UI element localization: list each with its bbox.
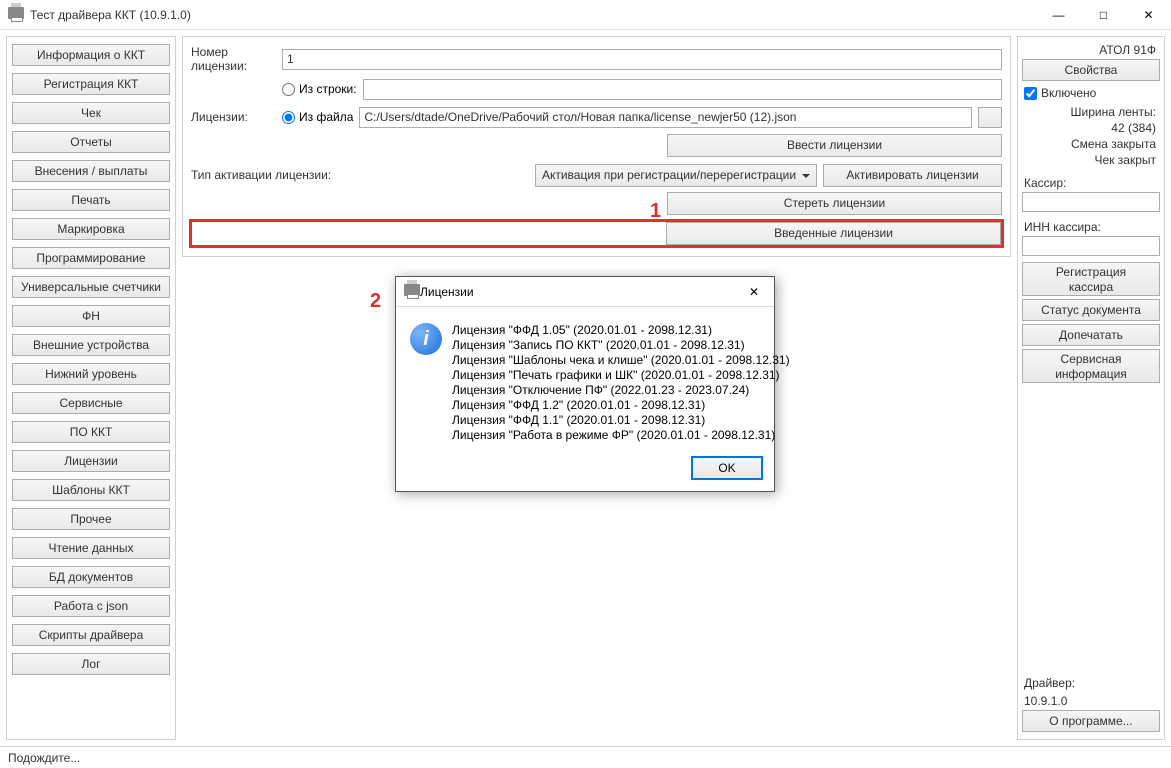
nav-12[interactable]: Сервисные: [12, 392, 170, 414]
nav-20[interactable]: Скрипты драйвера: [12, 624, 170, 646]
nav-15[interactable]: Шаблоны ККТ: [12, 479, 170, 501]
check-status: Чек закрыт: [1022, 152, 1160, 168]
dialog-icon: [404, 284, 420, 299]
doc-status-button[interactable]: Статус документа: [1022, 299, 1160, 321]
from-string-radio[interactable]: Из строки:: [282, 82, 357, 96]
shift-status: Смена закрыта: [1022, 136, 1160, 152]
window-title: Тест драйвера ККТ (10.9.1.0): [30, 8, 1036, 22]
annotation-1: 1: [650, 200, 661, 223]
annotation-2: 2: [370, 290, 381, 313]
cashier-input[interactable]: [1022, 192, 1160, 212]
nav-11[interactable]: Нижний уровень: [12, 363, 170, 385]
nav-4[interactable]: Внесения / выплаты: [12, 160, 170, 182]
info-icon: i: [410, 323, 442, 355]
nav-10[interactable]: Внешние устройства: [12, 334, 170, 356]
license-number-label: Номер лицензии:: [191, 45, 276, 73]
nav-1[interactable]: Регистрация ККТ: [12, 73, 170, 95]
nav-5[interactable]: Печать: [12, 189, 170, 211]
nav-8[interactable]: Универсальные счетчики: [12, 276, 170, 298]
erase-licenses-button[interactable]: Стереть лицензии: [667, 192, 1002, 215]
register-cashier-button[interactable]: Регистрациякассира: [1022, 262, 1160, 296]
dialog-close-button[interactable]: ✕: [734, 277, 774, 307]
from-file-radio[interactable]: Из файла: [282, 110, 353, 124]
service-info-button[interactable]: Сервиснаяинформация: [1022, 349, 1160, 383]
left-nav: Информация о ККТ Регистрация ККТ Чек Отчеты…: [6, 36, 176, 740]
nav-17[interactable]: Чтение данных: [12, 537, 170, 559]
from-string-input[interactable]: [363, 79, 1002, 100]
tape-width-label: Ширина ленты:: [1022, 104, 1160, 120]
nav-14[interactable]: Лицензии: [12, 450, 170, 472]
nav-3[interactable]: Отчеты: [12, 131, 170, 153]
nav-19[interactable]: Работа с json: [12, 595, 170, 617]
statusbar: Подождите...: [0, 746, 1171, 768]
nav-0[interactable]: Информация о ККТ: [12, 44, 170, 66]
nav-6[interactable]: Маркировка: [12, 218, 170, 240]
file-path-input[interactable]: [359, 107, 972, 128]
cashier-inn-input[interactable]: [1022, 236, 1160, 256]
licenses-dialog: Лицензии ✕ i Лицензия "ФФД 1.05" (2020.0…: [395, 276, 775, 492]
driver-version: 10.9.1.0: [1022, 692, 1160, 710]
about-button[interactable]: О программе...: [1022, 710, 1160, 732]
cashier-inn-label: ИНН кассира:: [1022, 218, 1160, 236]
enter-licenses-button[interactable]: Ввести лицензии: [667, 134, 1002, 157]
right-panel: АТОЛ 91Ф Свойства Включено Ширина ленты:…: [1017, 36, 1165, 740]
nav-13[interactable]: ПО ККТ: [12, 421, 170, 443]
titlebar: Тест драйвера ККТ (10.9.1.0) — □ ✕: [0, 0, 1171, 30]
maximize-button[interactable]: □: [1081, 0, 1126, 30]
properties-button[interactable]: Свойства: [1022, 59, 1160, 81]
nav-16[interactable]: Прочее: [12, 508, 170, 530]
device-name: АТОЛ 91Ф: [1022, 41, 1160, 59]
reprint-button[interactable]: Допечатать: [1022, 324, 1160, 346]
activate-licenses-button[interactable]: Активировать лицензии: [823, 164, 1002, 187]
nav-9[interactable]: ФН: [12, 305, 170, 327]
license-number-input[interactable]: [282, 49, 1002, 70]
dialog-title: Лицензии: [420, 285, 734, 299]
nav-7[interactable]: Программирование: [12, 247, 170, 269]
cashier-label: Кассир:: [1022, 174, 1160, 192]
licenses-label: Лицензии:: [191, 110, 276, 124]
close-button[interactable]: ✕: [1126, 0, 1171, 30]
entered-licenses-button[interactable]: Введенные лицензии: [666, 222, 1001, 245]
nav-21[interactable]: Лог: [12, 653, 170, 675]
app-icon: [8, 7, 24, 23]
nav-18[interactable]: БД документов: [12, 566, 170, 588]
activation-type-dropdown[interactable]: Активация при регистрации/перерегистраци…: [535, 164, 817, 187]
browse-button[interactable]: [978, 107, 1002, 128]
tape-width-value: 42 (384): [1022, 120, 1160, 136]
driver-label: Драйвер:: [1022, 674, 1160, 692]
activation-type-label: Тип активации лицензии:: [191, 168, 346, 182]
dialog-text: Лицензия "ФФД 1.05" (2020.01.01 - 2098.1…: [452, 323, 790, 443]
nav-2[interactable]: Чек: [12, 102, 170, 124]
ok-button[interactable]: OK: [692, 457, 762, 479]
minimize-button[interactable]: —: [1036, 0, 1081, 30]
enabled-checkbox[interactable]: Включено: [1022, 84, 1160, 102]
